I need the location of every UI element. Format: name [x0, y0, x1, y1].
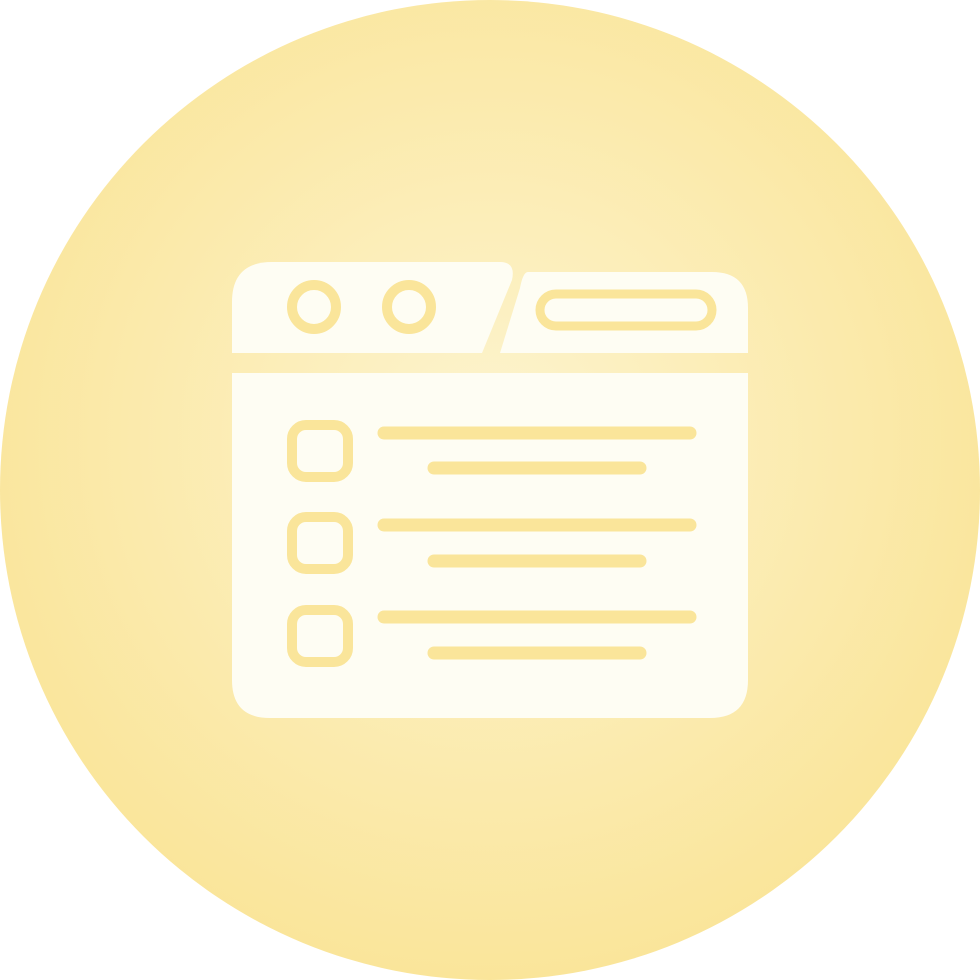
- browser-checklist-icon: [0, 0, 980, 980]
- browser-tab-left: [232, 262, 513, 353]
- icon-canvas: [0, 0, 980, 980]
- browser-window-glyph: [232, 262, 748, 718]
